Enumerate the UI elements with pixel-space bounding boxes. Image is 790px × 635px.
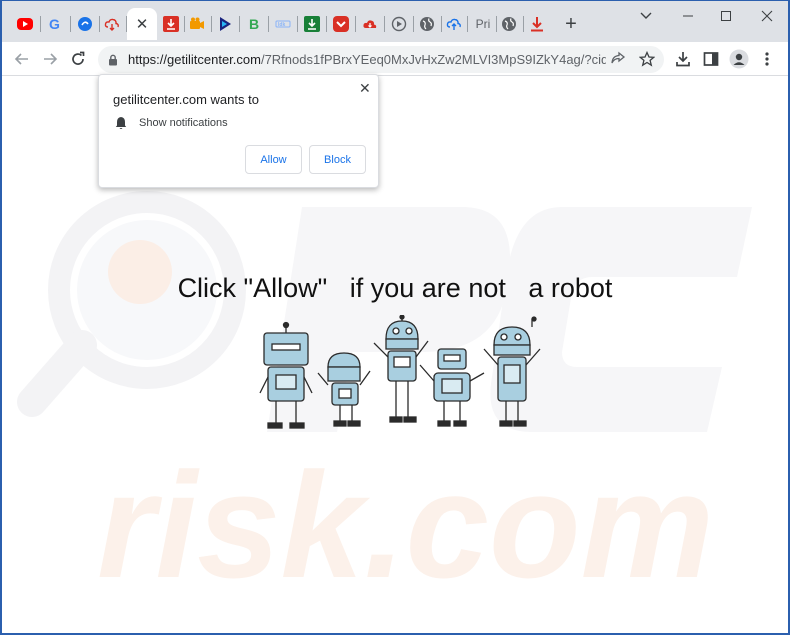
camera-icon: [189, 16, 205, 32]
globe-icon: [501, 16, 517, 32]
tab-search-icon[interactable]: [636, 6, 656, 26]
url-domain: https://getilitcenter.com: [128, 52, 261, 67]
tab-download-green[interactable]: [301, 8, 323, 40]
globe-icon: [419, 16, 435, 32]
google-icon: G: [47, 16, 63, 32]
maximize-icon[interactable]: [716, 6, 736, 26]
permission-label: Show notifications: [139, 117, 228, 129]
tab-b[interactable]: B: [243, 8, 265, 40]
bookmark-star-icon[interactable]: [638, 50, 656, 68]
download-green-icon: [304, 16, 320, 32]
block-button[interactable]: Block: [309, 145, 366, 174]
cloud-red-icon: [362, 16, 378, 32]
tab-active[interactable]: ✕: [127, 8, 157, 40]
tab-strip: G ✕ B ldk Pri +: [0, 0, 790, 42]
download-arrow-icon: [529, 16, 545, 32]
tab-download-arrow[interactable]: [526, 8, 548, 40]
popup-close-icon[interactable]: ✕: [359, 80, 371, 97]
tab-blue[interactable]: [74, 8, 96, 40]
tab-download-red[interactable]: [160, 8, 182, 40]
tab-cloud-download[interactable]: [101, 8, 123, 40]
play-circle-icon: [391, 16, 407, 32]
download-red-icon: [163, 16, 179, 32]
reload-icon[interactable]: [66, 47, 90, 71]
tab-google[interactable]: G: [44, 8, 66, 40]
svg-text:B: B: [249, 16, 259, 32]
tab-pri[interactable]: Pri: [468, 8, 494, 40]
address-bar[interactable]: https://getilitcenter.com/7Rfnods1fPBrxY…: [98, 46, 664, 73]
tab-pri-label: Pri: [475, 17, 491, 31]
tab-play[interactable]: [214, 8, 236, 40]
tab-globe-2[interactable]: [498, 8, 520, 40]
tab-generic[interactable]: ldk: [272, 8, 294, 40]
forward-icon[interactable]: [38, 47, 62, 71]
tab-cloud-red[interactable]: [359, 8, 381, 40]
page-headline: Click "Allow" if you are not a robot: [177, 273, 613, 303]
watermark-text: risk.com: [97, 441, 714, 609]
side-panel-icon[interactable]: [701, 49, 721, 69]
bell-icon: [115, 116, 127, 135]
close-window-icon[interactable]: [757, 6, 777, 26]
robots-illustration: [259, 315, 541, 429]
svg-text:G: G: [49, 16, 60, 32]
share-icon[interactable]: [609, 50, 627, 68]
profile-avatar-icon[interactable]: [729, 49, 749, 69]
cloud-upload-icon: [446, 16, 462, 32]
pocket-icon: [333, 16, 349, 32]
new-tab-button[interactable]: +: [561, 12, 581, 36]
generic-icon: ldk: [275, 16, 291, 32]
lock-icon[interactable]: [108, 53, 118, 71]
close-tab-icon[interactable]: ✕: [136, 15, 149, 33]
tab-cloud-upload[interactable]: [443, 8, 465, 40]
tab-globe[interactable]: [416, 8, 438, 40]
minimize-icon[interactable]: [678, 6, 698, 26]
tab-youtube[interactable]: [14, 8, 36, 40]
tab-play-circle[interactable]: [388, 8, 410, 40]
cloud-download-icon: [104, 16, 120, 32]
url-text[interactable]: https://getilitcenter.com/7Rfnods1fPBrxY…: [128, 52, 606, 67]
blue-circle-icon: [77, 16, 93, 32]
svg-text:ldk: ldk: [278, 22, 285, 28]
popup-title: getilitcenter.com wants to: [113, 92, 259, 107]
downloads-icon[interactable]: [673, 49, 693, 69]
tab-camera[interactable]: [186, 8, 208, 40]
allow-button[interactable]: Allow: [245, 145, 302, 174]
play-icon: [217, 16, 233, 32]
menu-kebab-icon[interactable]: [757, 49, 777, 69]
notification-permission-popup: getilitcenter.com wants to ✕ Show notifi…: [98, 74, 379, 188]
tab-pocket[interactable]: [330, 8, 352, 40]
b-icon: B: [246, 16, 262, 32]
url-path: /7Rfnods1fPBrxYEeq0MxJvHxZw2MLVI3MpS9IZk…: [260, 52, 606, 67]
toolbar: https://getilitcenter.com/7Rfnods1fPBrxY…: [0, 42, 790, 76]
youtube-icon: [17, 18, 33, 30]
back-icon[interactable]: [10, 47, 34, 71]
